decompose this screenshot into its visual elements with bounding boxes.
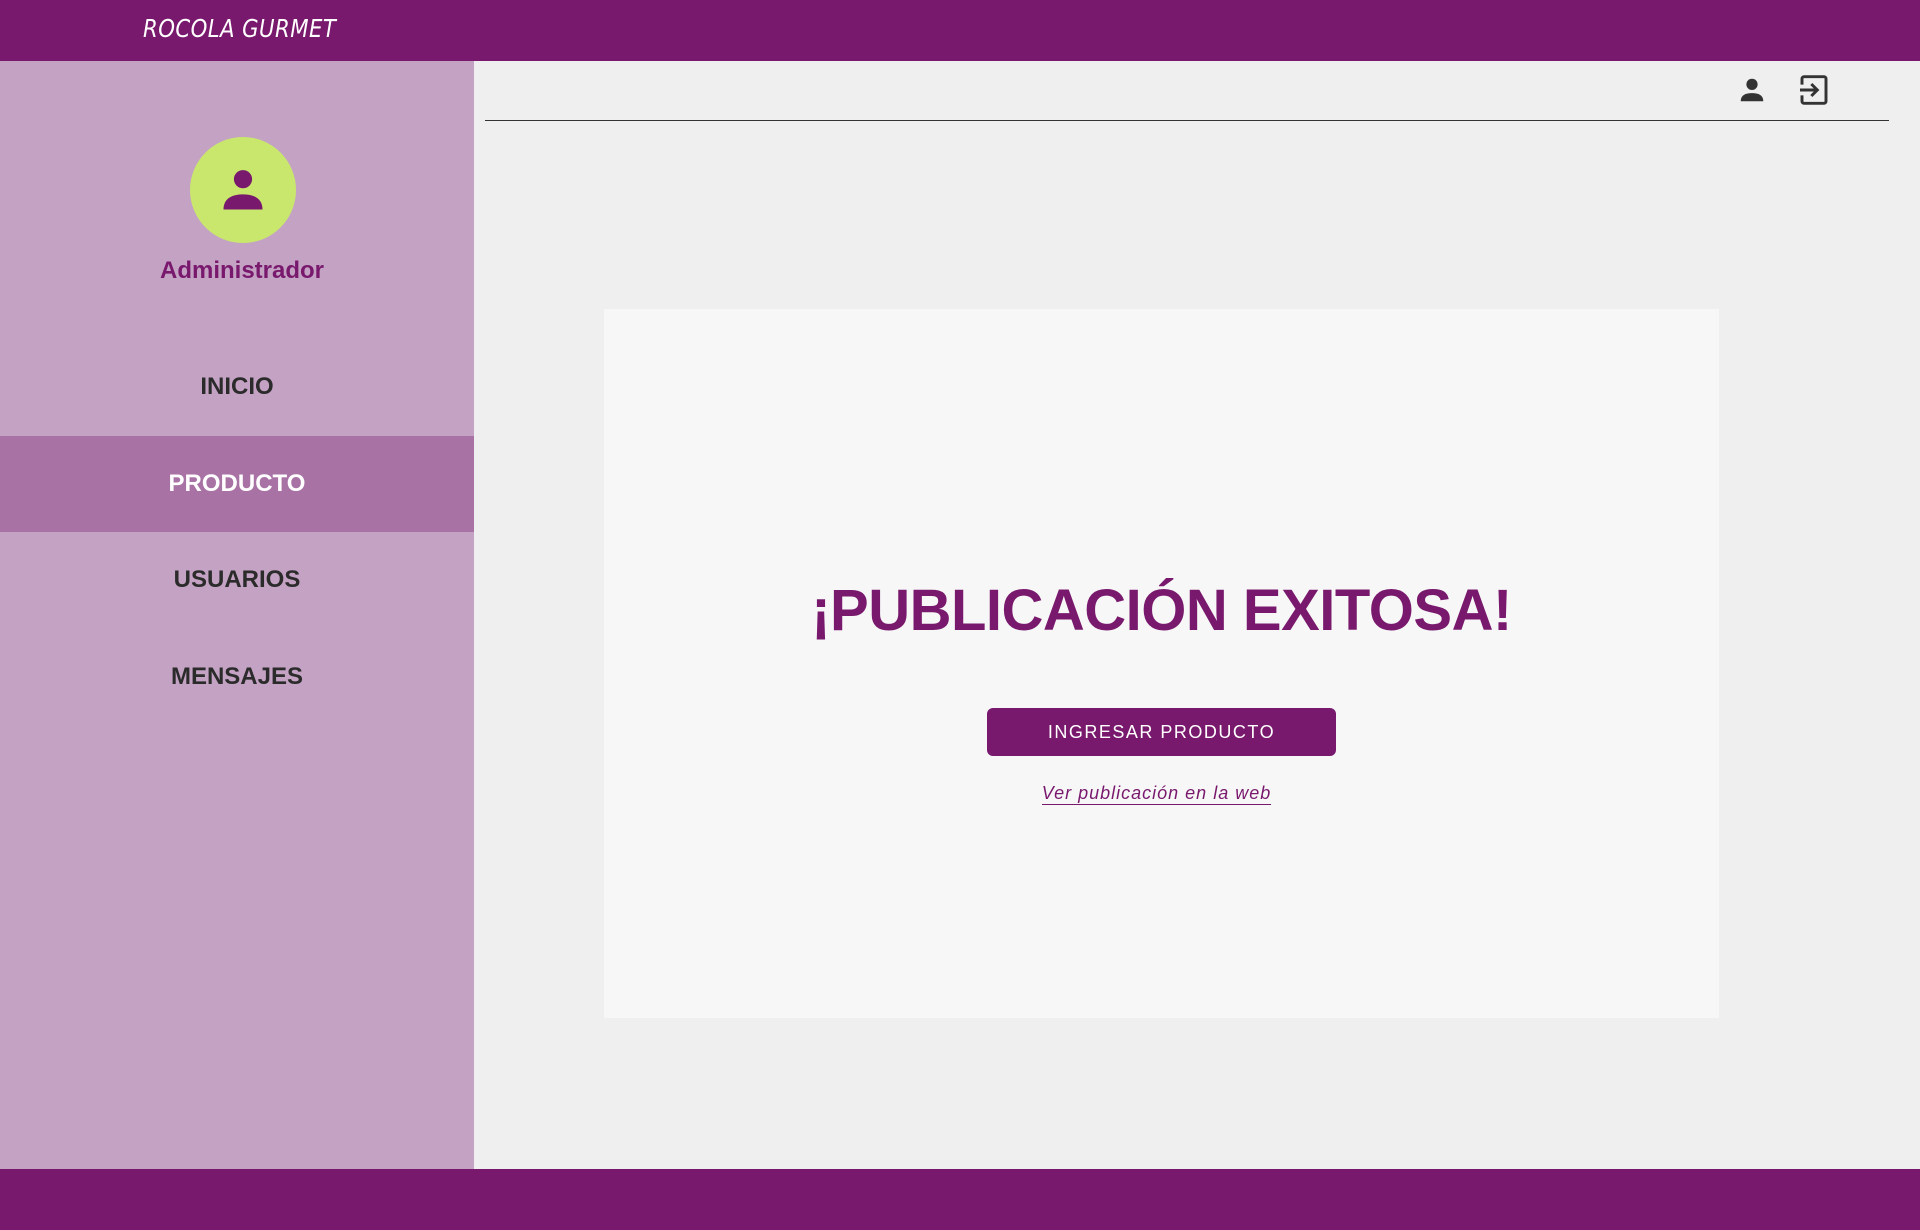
sidebar-item-mensajes[interactable]: MENSAJES — [0, 629, 474, 725]
app-page: ROCOLA GURMET Administrador INICIO PRODU… — [0, 0, 1920, 1230]
avatar — [190, 137, 296, 243]
sidebar-item-label: MENSAJES — [170, 663, 304, 690]
view-publication-link[interactable]: Ver publicación en la web — [1041, 783, 1272, 805]
ingresar-producto-button[interactable]: INGRESAR PRODUCTO — [987, 708, 1336, 756]
sidebar-item-producto[interactable]: PRODUCTO — [0, 436, 474, 532]
success-title: ¡PUBLICACIÓN EXITOSA! — [811, 578, 1512, 643]
view-publication-link-row: Ver publicación en la web — [604, 783, 1709, 805]
sidebar-item-inicio[interactable]: INICIO — [0, 339, 474, 435]
top-bar: ROCOLA GURMET — [0, 0, 1920, 61]
sidebar-item-usuarios[interactable]: USUARIOS — [0, 532, 474, 628]
success-card: ¡PUBLICACIÓN EXITOSA! INGRESAR PRODUCTO … — [604, 309, 1719, 1018]
sidebar-item-label: INICIO — [200, 373, 274, 400]
footer-bar — [0, 1169, 1920, 1230]
profile-button[interactable] — [1736, 72, 1768, 108]
sidebar: Administrador INICIO PRODUCTO USUARIOS M… — [0, 61, 474, 1169]
header-divider — [485, 120, 1889, 121]
sidebar-item-label: USUARIOS — [173, 566, 301, 593]
brand-logo[interactable]: ROCOLA GURMET — [143, 14, 336, 43]
person-icon — [223, 170, 263, 210]
user-role-label: Administrador — [159, 257, 324, 284]
person-icon — [1740, 78, 1764, 102]
exit-icon — [1800, 75, 1828, 105]
logout-button[interactable] — [1798, 72, 1830, 108]
sidebar-item-label: PRODUCTO — [168, 470, 306, 497]
